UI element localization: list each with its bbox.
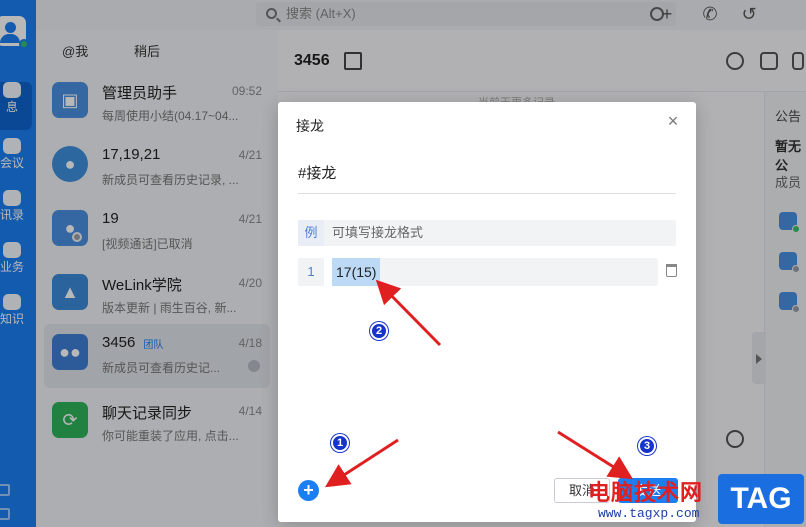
- step-marker-2: 2: [370, 322, 388, 340]
- arrow-to-send: [557, 430, 634, 480]
- watermark-logo: TAG: [718, 474, 804, 524]
- arrow-to-entry: [375, 279, 442, 347]
- step-marker-3: 3: [638, 437, 656, 455]
- watermark-site: 电脑技术网: [588, 480, 704, 505]
- watermark-url: www.tagxp.com: [598, 506, 700, 521]
- watermark: 电脑技术网 www.tagxp.com TAG: [588, 472, 806, 527]
- step-marker-1: 1: [331, 434, 349, 452]
- annotation-arrows: [324, 279, 634, 488]
